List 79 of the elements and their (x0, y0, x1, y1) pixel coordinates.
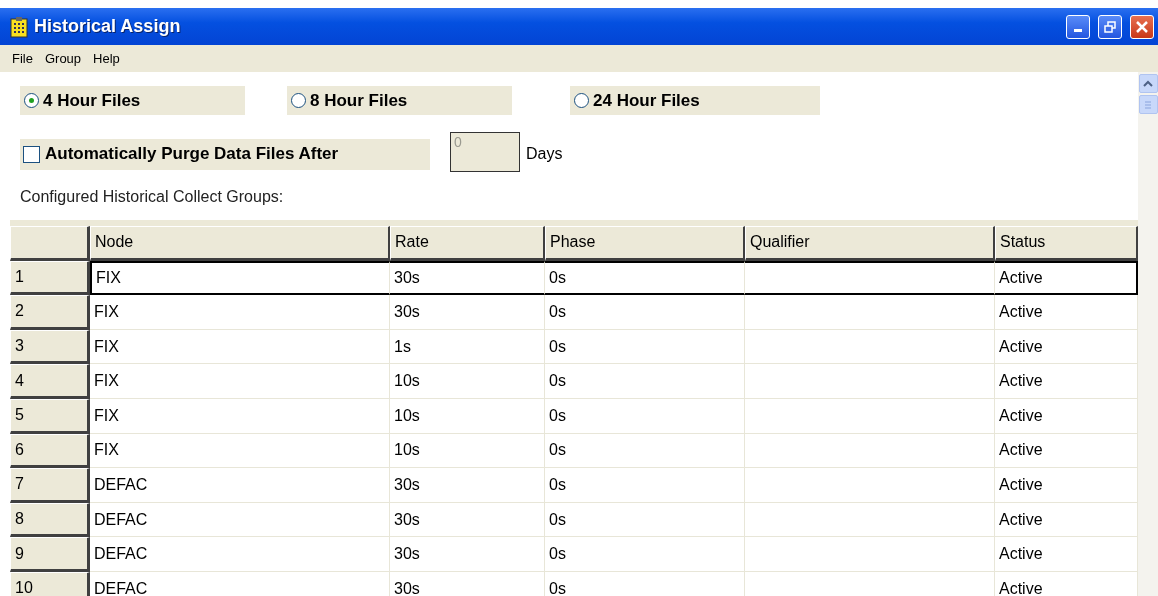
column-header[interactable]: Qualifier (745, 226, 995, 261)
row-header[interactable]: 9 (10, 537, 90, 572)
table-cell: 0s (545, 537, 745, 572)
table-cell: FIX (90, 295, 390, 330)
row-header[interactable]: 10 (10, 571, 90, 596)
row-header[interactable]: 4 (10, 364, 90, 399)
table-cell: FIX (90, 433, 390, 469)
table-cell: FIX (90, 398, 390, 434)
table-cell: 0s (545, 260, 745, 296)
column-header[interactable]: Phase (545, 226, 745, 261)
table-cell: DEFAC (90, 502, 390, 538)
table-cell: Active (995, 502, 1138, 538)
radio-option[interactable]: 8 Hour Files (287, 86, 512, 115)
window-title: Historical Assign (34, 16, 182, 37)
groups-label: Configured Historical Collect Groups: (20, 188, 285, 206)
table-cell: DEFAC (90, 571, 390, 596)
table-cell: 30s (390, 468, 545, 503)
table-cell: 10s (390, 364, 545, 399)
table-cell: 0s (545, 433, 745, 469)
table-cell: 0s (545, 364, 745, 399)
restore-button[interactable] (1098, 14, 1122, 39)
table-cell: FIX (90, 364, 390, 399)
row-header[interactable]: 7 (10, 468, 90, 503)
scroll-thumb[interactable] (1138, 95, 1158, 114)
table-cell: Active (995, 260, 1138, 296)
table-cell: 0s (545, 398, 745, 434)
menu-item[interactable]: File (6, 51, 39, 66)
menu-item[interactable]: Help (87, 51, 126, 66)
table-cell: 0s (545, 295, 745, 330)
table-cell: 10s (390, 398, 545, 434)
table-cell: Active (995, 364, 1138, 399)
column-header[interactable]: Node (90, 226, 390, 261)
table-cell: DEFAC (90, 468, 390, 503)
table-cell: 30s (390, 537, 545, 572)
radio-option[interactable]: 4 Hour Files (20, 86, 245, 115)
column-header[interactable]: Rate (390, 226, 545, 261)
table-cell: DEFAC (90, 537, 390, 572)
table-cell: Active (995, 571, 1138, 596)
radio-dot[interactable] (24, 93, 39, 108)
radio-dot[interactable] (574, 93, 589, 108)
table-cell: 1s (390, 329, 545, 365)
purge-checkbox[interactable]: Automatically Purge Data Files After (20, 138, 430, 170)
table-cell: Active (995, 398, 1138, 434)
scroll-up-button[interactable] (1138, 74, 1158, 93)
row-header[interactable]: 6 (10, 433, 90, 469)
radio-dot[interactable] (291, 93, 306, 108)
menu-item[interactable]: Group (38, 51, 88, 66)
table-cell: 30s (390, 502, 545, 538)
row-header[interactable]: 5 (10, 398, 90, 434)
table-cell: 30s (390, 295, 545, 330)
column-header[interactable]: Status (995, 226, 1138, 261)
table-cell: Active (995, 537, 1138, 572)
days-label: Days (526, 145, 563, 163)
table-cell: Active (995, 468, 1138, 503)
close-icon (1135, 19, 1149, 34)
table-cell: 0s (545, 468, 745, 503)
table-cell: 0s (545, 502, 745, 538)
radio-option[interactable]: 24 Hour Files (570, 86, 820, 115)
row-header[interactable]: 2 (10, 295, 90, 330)
table-cell: 30s (390, 260, 545, 296)
app-icon (10, 15, 28, 38)
restore-icon (1104, 20, 1116, 33)
close-button[interactable] (1130, 14, 1154, 39)
caret-up-icon (1143, 79, 1153, 88)
grip-icon (1144, 100, 1152, 109)
table-cell: 0s (545, 571, 745, 596)
table-cell: 10s (390, 433, 545, 469)
table-cell: 30s (390, 571, 545, 596)
minimize-icon (1074, 29, 1082, 32)
table-cell: FIX (90, 260, 390, 296)
table-cell: Active (995, 295, 1138, 330)
table-cell: Active (995, 433, 1138, 469)
row-header[interactable]: 3 (10, 329, 90, 365)
table-cell: 0s (545, 329, 745, 365)
row-header[interactable]: 1 (10, 260, 90, 296)
table-cell: FIX (90, 329, 390, 365)
table-cell: Active (995, 329, 1138, 365)
row-header[interactable]: 8 (10, 502, 90, 538)
minimize-button[interactable] (1066, 14, 1090, 39)
